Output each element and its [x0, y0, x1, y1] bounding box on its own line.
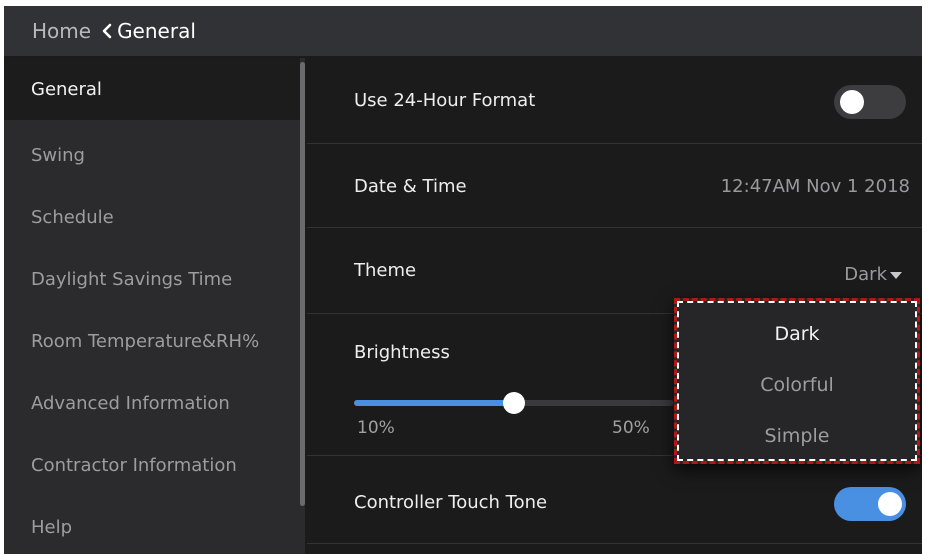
theme-option-dark[interactable]: Dark — [677, 323, 917, 345]
sidebar-item-label: Room Temperature&RH% — [31, 330, 260, 352]
hour-format-toggle[interactable] — [834, 85, 906, 119]
brightness-fill — [354, 400, 514, 406]
sidebar-item-room-temperature[interactable]: Room Temperature&RH% — [4, 310, 300, 372]
brightness-slider-thumb[interactable] — [503, 392, 525, 414]
sidebar-item-advanced-information[interactable]: Advanced Information — [4, 372, 300, 434]
brightness-tick-mid: 50% — [612, 418, 650, 438]
back-chevron-icon[interactable] — [101, 22, 113, 40]
theme-label: Theme — [354, 260, 417, 281]
sidebar-item-swing[interactable]: Swing — [4, 124, 300, 186]
sidebar-item-schedule[interactable]: Schedule — [4, 186, 300, 248]
sidebar-item-label: Schedule — [31, 206, 114, 228]
row-date-time[interactable]: Date & Time 12:47AM Nov 1 2018 — [307, 144, 922, 228]
sidebar: General Swing Schedule Daylight Savings … — [4, 58, 305, 554]
theme-option-simple[interactable]: Simple — [677, 425, 917, 447]
theme-value: Dark — [844, 264, 887, 285]
app-window: Home General General Swing Schedule Dayl… — [4, 6, 922, 554]
sidebar-scrollbar[interactable] — [300, 62, 305, 506]
touch-tone-label: Controller Touch Tone — [354, 492, 548, 513]
sidebar-item-label: Contractor Information — [31, 454, 237, 476]
toggle-knob — [878, 492, 902, 516]
sidebar-item-label: Advanced Information — [31, 392, 230, 414]
sidebar-item-label: Daylight Savings Time — [31, 268, 233, 290]
theme-dropdown-menu: Dark Colorful Simple — [674, 298, 920, 464]
sidebar-item-daylight-savings[interactable]: Daylight Savings Time — [4, 248, 300, 310]
page-title: General — [117, 19, 196, 43]
sidebar-item-general[interactable]: General — [4, 58, 300, 120]
theme-option-colorful[interactable]: Colorful — [677, 374, 917, 396]
sidebar-item-help[interactable]: Help — [4, 496, 300, 554]
date-time-value: 12:47AM Nov 1 2018 — [720, 176, 910, 197]
hour-format-label: Use 24-Hour Format — [354, 90, 536, 111]
theme-select[interactable]: Dark — [844, 264, 902, 285]
home-breadcrumb[interactable]: Home — [32, 19, 91, 43]
header-bar: Home General — [4, 6, 922, 56]
brightness-slider[interactable] — [354, 392, 674, 414]
sidebar-item-contractor-information[interactable]: Contractor Information — [4, 434, 300, 496]
sidebar-item-label: Help — [31, 516, 73, 538]
toggle-knob — [840, 90, 864, 114]
row-touch-tone: Controller Touch Tone — [307, 456, 922, 544]
touch-tone-toggle[interactable] — [834, 487, 906, 521]
caret-down-icon — [890, 271, 902, 279]
row-24-hour-format: Use 24-Hour Format — [307, 58, 922, 144]
sidebar-item-label: Swing — [31, 144, 85, 166]
brightness-label: Brightness — [354, 342, 450, 363]
sidebar-item-label: General — [31, 78, 102, 100]
brightness-tick-min: 10% — [357, 418, 395, 438]
date-time-label: Date & Time — [354, 176, 467, 197]
